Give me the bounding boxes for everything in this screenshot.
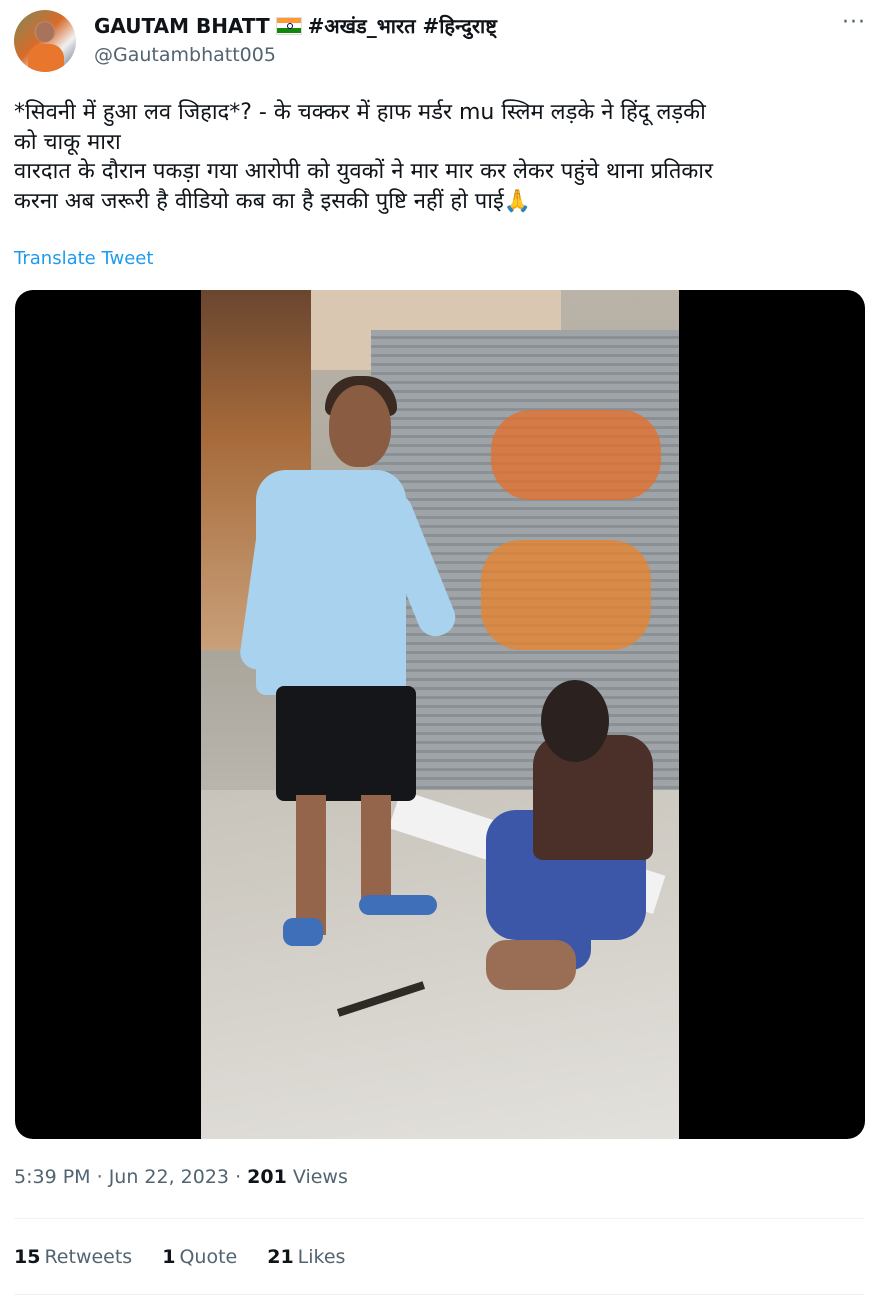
user-handle[interactable]: @Gautambhatt005 (94, 44, 276, 66)
engagement-stats: 15 Retweets 1 Quote 21 Likes (14, 1246, 345, 1268)
avatar-head (36, 22, 54, 42)
divider (14, 1294, 864, 1295)
retweets-stat[interactable]: 15 Retweets (14, 1246, 132, 1268)
video-frame (201, 290, 679, 1139)
india-flag-icon (275, 16, 302, 35)
divider (14, 1218, 864, 1219)
video-player[interactable] (15, 290, 865, 1139)
tweet-text: *सिवनी में हुआ लव जिहाद*? - के चक्कर में… (14, 100, 713, 214)
views-label: Views (286, 1166, 348, 1188)
views-count: 201 (247, 1166, 287, 1188)
tweet-meta: 5:39 PM · Jun 22, 2023 · 201 Views (14, 1166, 348, 1188)
name-row: GAUTAM BHATT #अखंड_भारत #हिन्दुराष्ट् (94, 12, 497, 39)
likes-stat[interactable]: 21 Likes (267, 1246, 345, 1268)
avatar-shirt (28, 44, 64, 72)
display-name-hashtags[interactable]: #अखंड_भारत #हिन्दुराष्ट् (308, 12, 497, 39)
more-options-icon[interactable]: ··· (842, 12, 866, 34)
quote-stat[interactable]: 1 Quote (162, 1246, 237, 1268)
tweet-time[interactable]: 5:39 PM (14, 1166, 91, 1188)
display-name[interactable]: GAUTAM BHATT (94, 14, 270, 38)
avatar[interactable] (14, 10, 76, 72)
translate-tweet-link[interactable]: Translate Tweet (14, 248, 153, 269)
tweet-date[interactable]: Jun 22, 2023 (109, 1166, 229, 1188)
tweet-header: GAUTAM BHATT #अखंड_भारत #हिन्दुराष्ट् @G… (14, 10, 870, 72)
